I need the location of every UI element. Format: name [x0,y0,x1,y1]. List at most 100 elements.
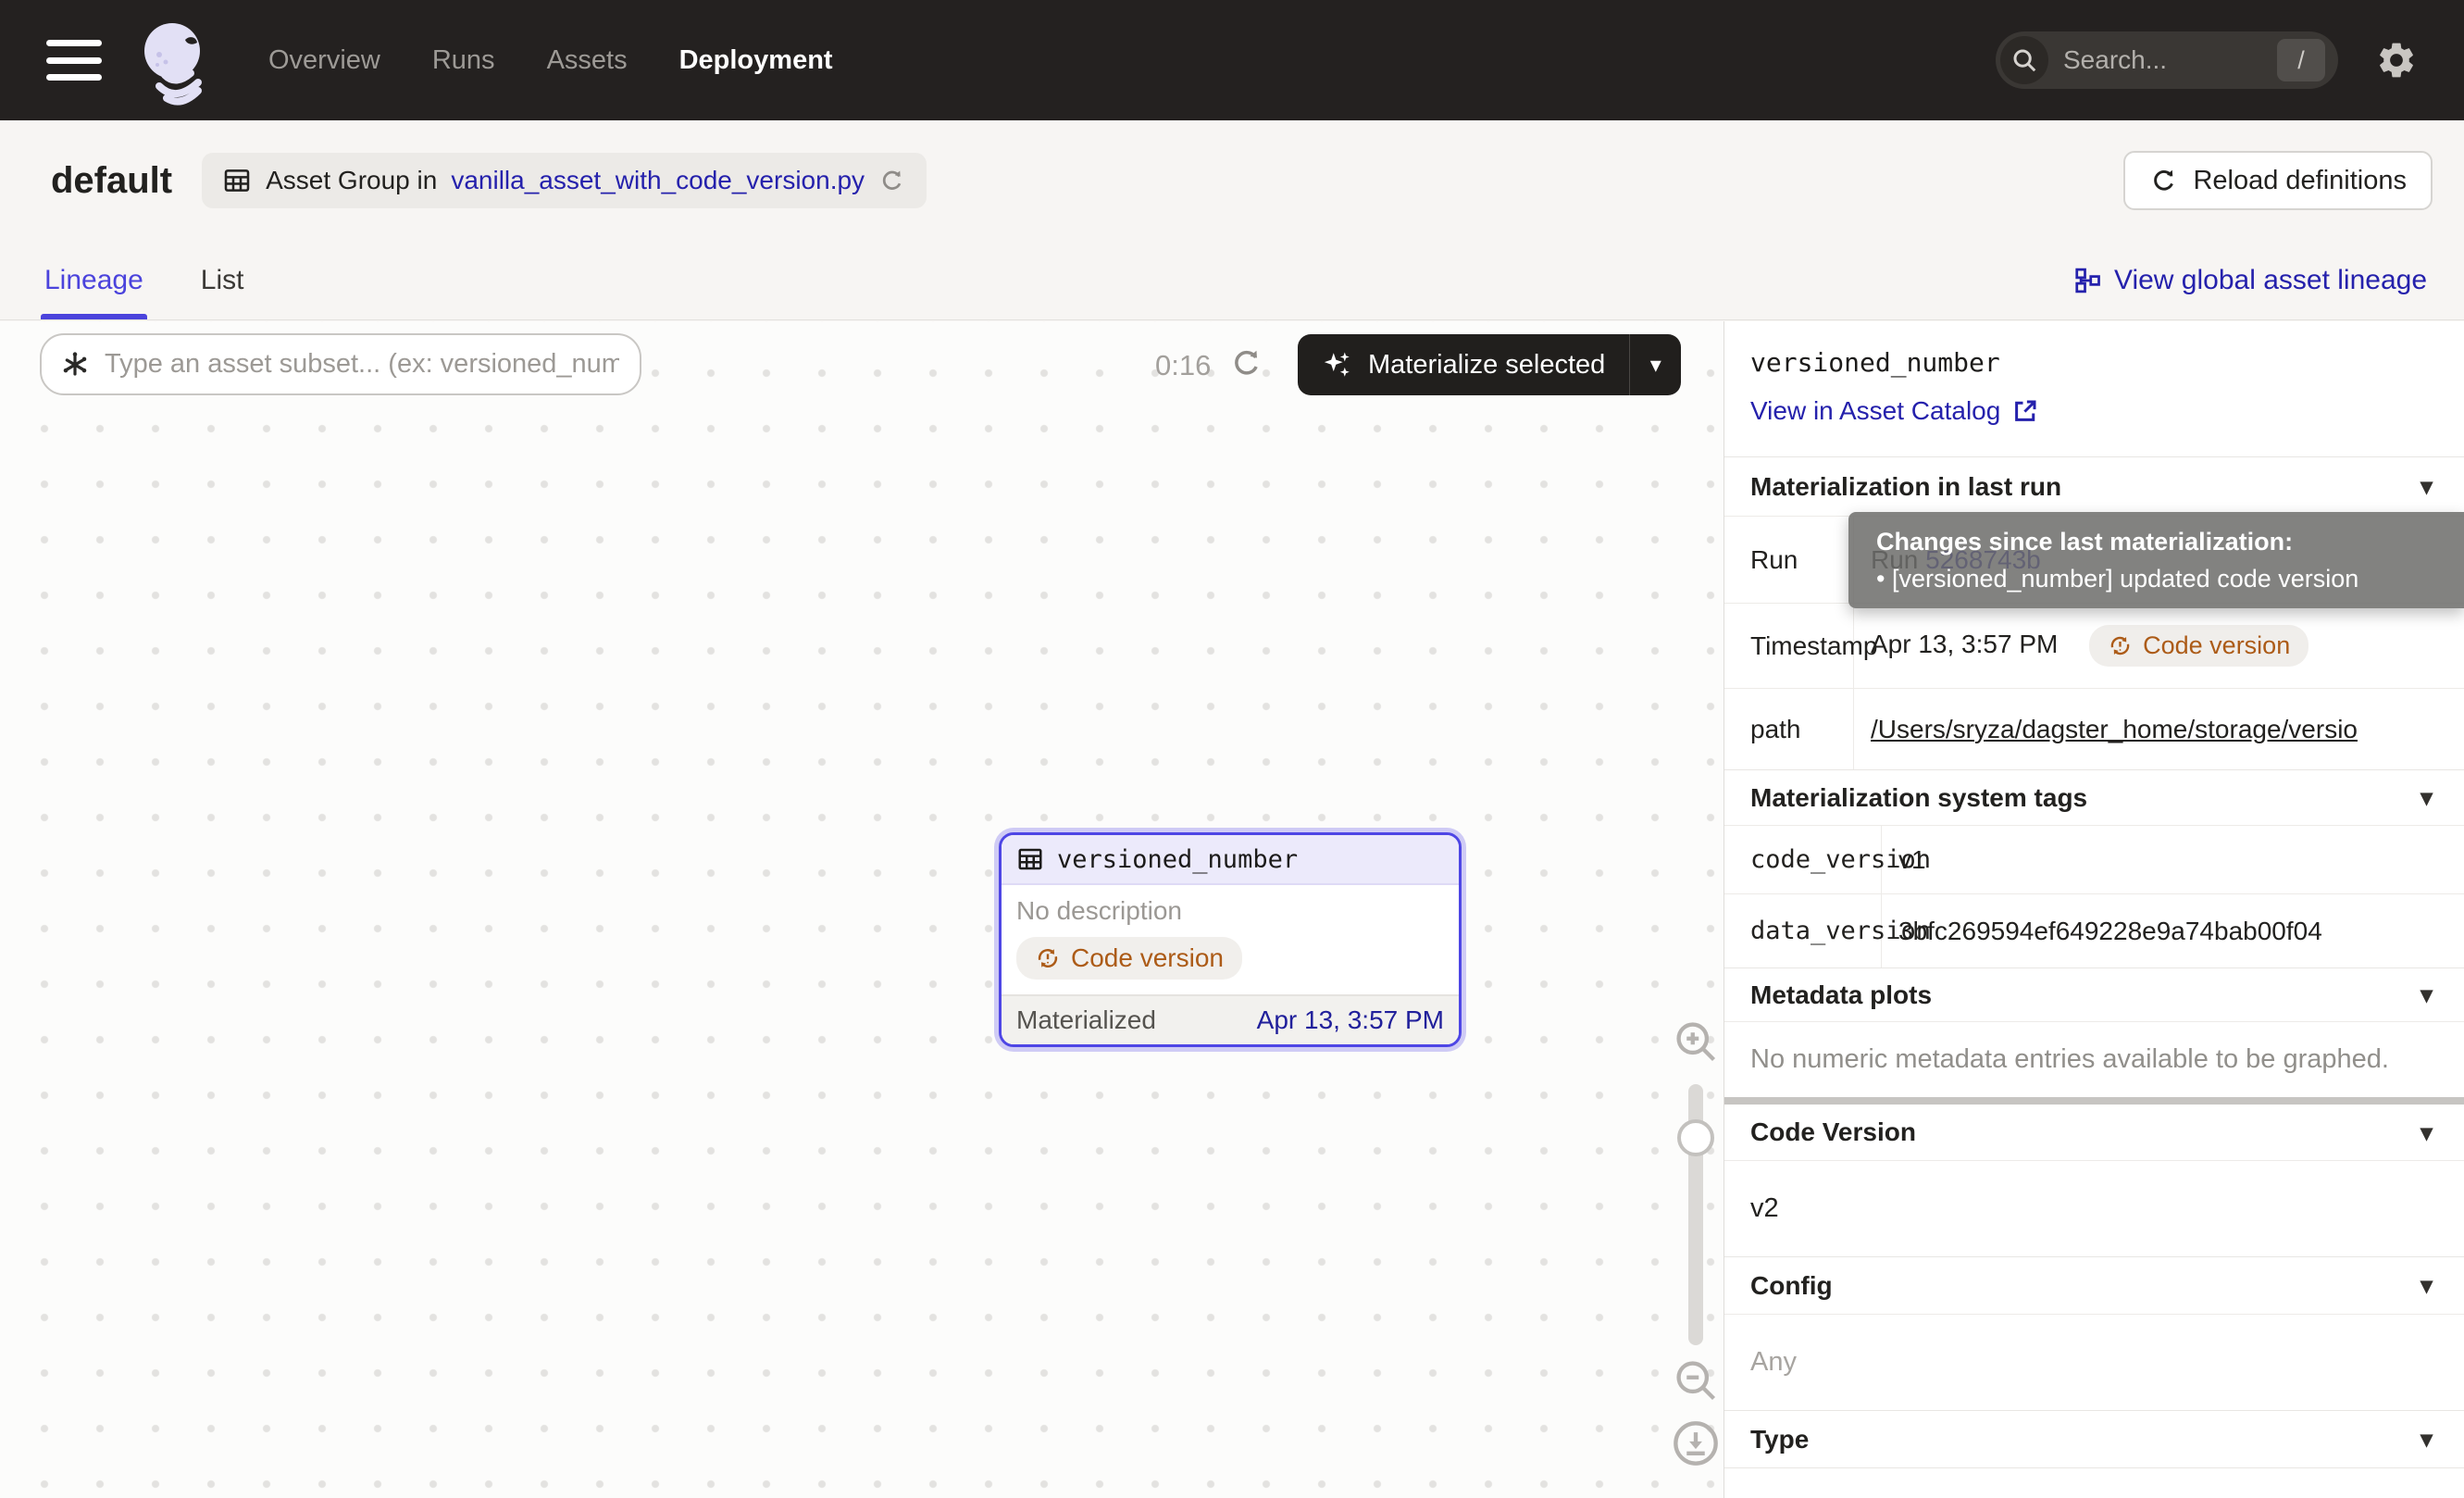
lineage-graph-icon [2073,267,2101,294]
breadcrumb-file-link[interactable]: vanilla_asset_with_code_version.py [451,166,865,195]
code-version-badge-label: Code version [1071,943,1224,973]
changes-tooltip: Changes since last materialization: • [v… [1848,512,2464,608]
chevron-down-icon: ▾ [2420,1118,2433,1147]
sidebar-asset-title: versioned_number [1750,347,2464,378]
tab-list[interactable]: List [201,241,244,319]
refresh-graph-icon[interactable] [1229,345,1264,381]
section-header-materialization-last-run[interactable]: Materialization in last run ▾ [1724,456,2464,516]
data-version-label: data_version [1724,894,1882,967]
timestamp-code-version-badge: Code version [2089,625,2308,667]
tooltip-title: Changes since last materialization: [1876,528,2464,556]
view-global-asset-lineage-link[interactable]: View global asset lineage [2068,264,2433,297]
section-title: Materialization in last run [1750,472,2061,502]
global-search[interactable]: / [1996,31,2338,89]
reload-definitions-button[interactable]: Reload definitions [2123,151,2433,210]
timestamp-text: Apr 13, 3:57 PM [1871,630,2058,658]
primary-nav: Overview Runs Assets Deployment [268,45,833,76]
zoom-slider-handle[interactable] [1677,1119,1714,1156]
run-label: Run [1724,517,1854,603]
top-nav: Overview Runs Assets Deployment / [0,0,2464,120]
breadcrumb: Asset Group in vanilla_asset_with_code_v… [202,153,927,208]
sparkle-icon [1322,349,1353,381]
badge-label: Code version [2143,631,2290,660]
reload-location-icon[interactable] [878,167,906,194]
materialize-split-button: Materialize selected ▾ [1298,334,1681,395]
reload-icon [2149,166,2179,195]
chevron-down-icon: ▾ [2420,1425,2433,1454]
chevron-down-icon: ▾ [2420,783,2433,812]
code-version-badge: Code version [1016,937,1242,980]
content: 0:16 Materialize selected ▾ [0,321,2464,1498]
asset-node-title: versioned_number [1057,845,1298,874]
section-title: Materialization system tags [1750,783,2087,813]
timestamp-label: Timestamp [1724,604,1854,688]
materialized-timestamp[interactable]: Apr 13, 3:57 PM [1257,1005,1444,1035]
section-header-config[interactable]: Config ▾ [1724,1256,2464,1314]
nav-item-assets[interactable]: Assets [547,45,628,76]
section-title: Code Version [1750,1117,1916,1147]
code-version-section-value: v2 [1724,1160,2464,1256]
sidebar-splitter[interactable] [1724,1097,2464,1105]
view-tabs: Lineage List View global asset lineage [0,241,2464,320]
section-header-code-version[interactable]: Code Version ▾ [1724,1105,2464,1160]
materialized-status-label: Materialized [1016,1005,1156,1035]
view-global-asset-lineage-label: View global asset lineage [2114,265,2427,296]
zoom-in-icon[interactable] [1672,1017,1720,1066]
section-header-system-tags[interactable]: Materialization system tags ▾ [1724,769,2464,825]
timestamp-value: Apr 13, 3:57 PM Code version [1854,625,2464,667]
section-title: Type [1750,1425,1809,1454]
dagster-logo-icon [133,14,226,106]
page-title: default [51,160,172,202]
materialize-selected-label: Materialize selected [1368,350,1605,381]
download-graph-icon[interactable] [1672,1419,1720,1467]
menu-icon[interactable] [46,40,102,81]
materialize-selected-button[interactable]: Materialize selected [1298,334,1629,395]
materialize-options-caret[interactable]: ▾ [1629,334,1681,395]
reload-definitions-label: Reload definitions [2193,166,2407,196]
nav-item-deployment[interactable]: Deployment [679,45,833,76]
asset-graph-canvas[interactable]: 0:16 Materialize selected ▾ [0,321,1724,1498]
metadata-plots-empty-text: No numeric metadata entries available to… [1724,1021,2464,1097]
section-title: Config [1750,1271,1833,1301]
asset-node-versioned-number[interactable]: versioned_number No description Code ver… [999,832,1462,1047]
sidebar-tail [1724,1467,2464,1498]
chevron-down-icon: ▾ [2420,980,2433,1009]
code-version-row: code_version v1 [1724,825,2464,893]
page-header: default Asset Group in vanilla_asset_wit… [0,120,2464,241]
zoom-slider[interactable] [1688,1084,1703,1345]
zoom-out-icon[interactable] [1672,1356,1720,1404]
asset-node-footer: Materialized Apr 13, 3:57 PM [1002,994,1459,1044]
view-in-asset-catalog-label: View in Asset Catalog [1750,396,2000,426]
asset-detail-sidebar: versioned_number View in Asset Catalog M… [1724,321,2464,1498]
search-icon [2000,36,2048,84]
asset-selection-icon [60,350,90,380]
asset-group-icon [222,166,252,195]
nav-item-overview[interactable]: Overview [268,45,380,76]
path-link[interactable]: /Users/sryza/dagster_home/storage/versio [1871,715,2358,743]
path-row: path /Users/sryza/dagster_home/storage/v… [1724,688,2464,769]
asset-node-description: No description [1016,896,1444,926]
chevron-down-icon: ▾ [2420,472,2433,501]
asset-node-header: versioned_number [1002,835,1459,885]
external-link-icon [2011,397,2039,425]
code-version-cycle-icon [1035,945,1061,971]
tooltip-item: • [versioned_number] updated code versio… [1876,565,2464,593]
tab-lineage[interactable]: Lineage [44,241,143,319]
code-version-value: v1 [1882,845,2464,875]
section-header-type[interactable]: Type ▾ [1724,1410,2464,1467]
settings-gear-icon[interactable] [2375,39,2418,81]
search-input[interactable] [2061,44,2277,76]
section-title: Metadata plots [1750,980,1932,1010]
section-header-metadata-plots[interactable]: Metadata plots ▾ [1724,967,2464,1021]
asset-subset-input[interactable] [103,348,621,381]
asset-subset-filter[interactable] [40,333,641,395]
timestamp-row: Timestamp Apr 13, 3:57 PM Code version [1724,603,2464,688]
dagster-app: Overview Runs Assets Deployment / defaul… [0,0,2464,1498]
asset-node-body: No description Code version [1002,885,1459,994]
search-shortcut-badge: / [2277,39,2325,81]
view-in-asset-catalog-link[interactable]: View in Asset Catalog [1750,396,2039,426]
nav-item-runs[interactable]: Runs [432,45,495,76]
data-version-value: 3bfc269594ef649228e9a74bab00f04 [1882,917,2464,946]
breadcrumb-prefix: Asset Group in [266,166,437,195]
code-version-label: code_version [1724,826,1882,893]
